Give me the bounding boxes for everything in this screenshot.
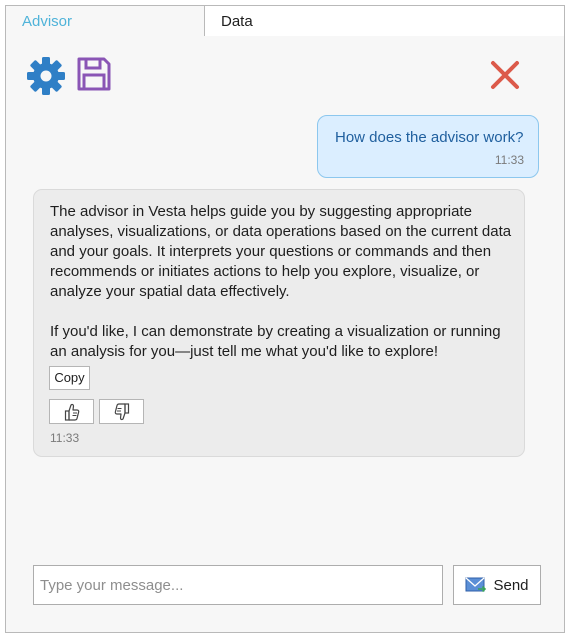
tab-advisor[interactable]: Advisor xyxy=(5,5,205,37)
send-label: Send xyxy=(493,576,529,594)
thumbs-down-button[interactable] xyxy=(99,399,144,424)
advisor-paragraph: If you'd like, I can demonstrate by crea… xyxy=(50,323,501,360)
send-button[interactable]: Send xyxy=(453,565,541,605)
thumbs-up-button[interactable] xyxy=(49,399,94,424)
advisor-message-time: 11:33 xyxy=(50,431,80,445)
tab-bar: Advisor Data xyxy=(5,5,565,37)
close-icon xyxy=(491,61,519,89)
gear-icon xyxy=(27,57,65,95)
advisor-window: Advisor Data How does the advisor work? … xyxy=(5,5,565,633)
message-input[interactable] xyxy=(33,565,443,605)
floppy-disk-icon xyxy=(77,57,111,91)
save-button[interactable] xyxy=(76,56,112,92)
user-message-time: 11:33 xyxy=(494,153,524,167)
advisor-message-text: The advisor in Vesta helps guide you by … xyxy=(50,202,520,362)
thumbs-down-icon xyxy=(114,402,129,420)
tab-data[interactable]: Data xyxy=(204,5,565,37)
advisor-paragraph: The advisor in Vesta helps guide you by … xyxy=(50,203,512,300)
advisor-panel: How does the advisor work? 11:33 The adv… xyxy=(5,36,565,633)
user-message-bubble: How does the advisor work? 11:33 xyxy=(317,115,539,178)
copy-button[interactable]: Copy xyxy=(49,366,90,390)
advisor-message-bubble: The advisor in Vesta helps guide you by … xyxy=(33,189,525,457)
envelope-send-icon xyxy=(465,577,487,593)
user-message-text: How does the advisor work? xyxy=(335,129,524,146)
close-button[interactable] xyxy=(488,58,522,92)
settings-button[interactable] xyxy=(26,56,66,96)
thumbs-up-icon xyxy=(64,403,79,421)
